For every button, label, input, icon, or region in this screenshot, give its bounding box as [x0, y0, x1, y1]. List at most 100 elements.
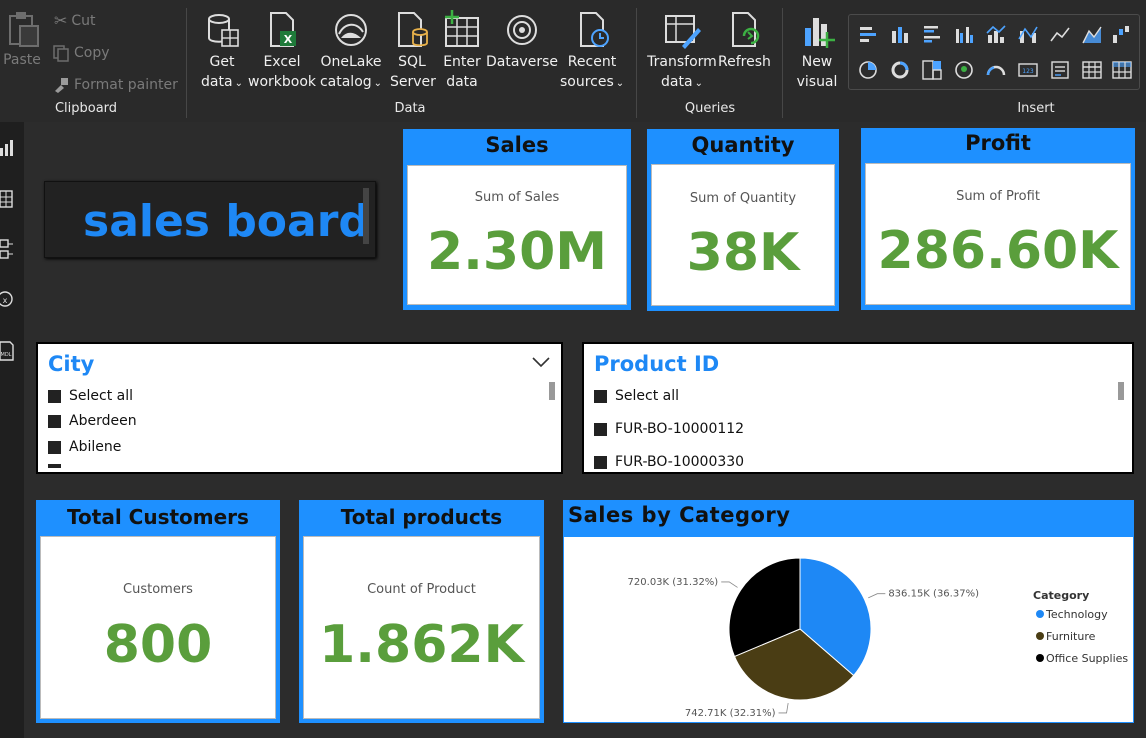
data-label: 720.03K (31.32%) [628, 577, 719, 588]
scrollbar[interactable] [1118, 382, 1124, 400]
checkbox[interactable] [48, 440, 61, 454]
checkbox[interactable] [594, 455, 607, 469]
card-value: 2.30M [426, 222, 608, 282]
scrollbar[interactable] [549, 382, 555, 400]
tmdl-view-icon[interactable]: MDL [0, 340, 14, 362]
report-view-icon[interactable] [0, 138, 14, 160]
product-id-slicer[interactable]: Product ID Select all FUR-BO-10000112 FU… [582, 342, 1134, 474]
dataverse-button[interactable]: Dataverse [486, 10, 558, 72]
report-title: sales board [83, 196, 370, 247]
total-products-card[interactable]: Total products Count of Product 1.862K [299, 500, 544, 723]
card-header: Sales [485, 133, 549, 157]
card-header: Total products [340, 505, 503, 529]
paste-button[interactable]: Paste [2, 8, 42, 70]
onelake-label-2: catalog [319, 74, 372, 90]
sales-card[interactable]: Sales Sum of Sales 2.30M [403, 129, 631, 310]
slicer-item[interactable]: Abilene [48, 439, 121, 455]
new-visual-label-1: New [801, 54, 833, 70]
legend-item[interactable]: Technology [1045, 608, 1108, 621]
onelake-catalog-button[interactable]: OneLake catalog ⌄ [318, 10, 384, 94]
cut-button[interactable]: ✂ Cut [54, 11, 96, 30]
model-view-icon[interactable] [0, 238, 14, 260]
brush-icon [55, 78, 68, 93]
transform-data-icon [665, 15, 701, 49]
clustered-column-chart-icon[interactable] [953, 23, 975, 45]
map-icon[interactable] [953, 59, 975, 81]
matrix-icon[interactable] [1111, 59, 1133, 81]
slicer-item-partial [48, 464, 61, 468]
checkbox[interactable] [594, 389, 607, 403]
clustered-bar-chart-icon[interactable] [921, 23, 943, 45]
recent-label-2: sources [560, 74, 614, 90]
report-title-box[interactable]: sales board [44, 181, 376, 258]
total-customers-card[interactable]: Total Customers Customers 800 [36, 500, 280, 723]
card-icon[interactable]: 123 [1017, 59, 1039, 81]
recent-sources-button[interactable]: Recent sources ⌄ [560, 10, 624, 94]
slicer-item[interactable]: Aberdeen [48, 413, 137, 429]
enter-label-2: data [446, 74, 478, 90]
sales-by-category-chart[interactable]: Sales by Category 836.15K (36.37%) 742.71… [563, 500, 1134, 723]
treemap-icon[interactable] [921, 59, 943, 81]
waterfall-chart-icon[interactable] [1111, 23, 1133, 45]
line-column-chart-icon[interactable] [985, 23, 1007, 45]
data-label-leader [778, 702, 789, 714]
card-body: Count of Product 1.862K [303, 536, 540, 719]
new-visual-button[interactable]: New visual [792, 10, 842, 92]
stacked-bar-chart-icon[interactable] [857, 23, 879, 45]
data-label-leader [868, 593, 886, 599]
slicer-item[interactable]: Select all [594, 388, 679, 404]
area-chart-icon[interactable] [1081, 23, 1103, 45]
excel-workbook-button[interactable]: X Excel workbook [248, 10, 316, 92]
multi-row-card-icon[interactable] [1049, 59, 1071, 81]
checkbox[interactable] [48, 414, 61, 428]
donut-chart-icon[interactable] [889, 59, 911, 81]
card-body: Sum of Profit 286.60K [865, 163, 1131, 305]
slicer-item-label: Aberdeen [69, 413, 137, 429]
checkbox[interactable] [594, 422, 607, 436]
get-data-button[interactable]: Get data ⌄ [198, 10, 246, 94]
enter-data-button[interactable]: Enter data [440, 10, 484, 92]
card-value: 38K [686, 223, 800, 283]
scrollbar[interactable] [363, 188, 369, 244]
chevron-down-icon: ⌄ [234, 78, 243, 89]
table-plus-icon [445, 10, 479, 47]
chevron-down-icon[interactable] [531, 356, 551, 368]
legend-marker [1036, 610, 1044, 618]
queries-group-label: Queries [684, 101, 736, 116]
slicer-item-label: FUR-BO-10000330 [615, 454, 745, 470]
slicer-item[interactable]: FUR-BO-10000112 [594, 421, 744, 437]
transform-label-1: Transform [647, 54, 717, 70]
format-painter-label: Format painter [74, 77, 178, 93]
slicer-item[interactable]: Select all [48, 388, 133, 404]
legend-item[interactable]: Office Supplies [1046, 652, 1128, 665]
sql-label-1: SQL [398, 54, 426, 70]
sql-server-button[interactable]: SQL Server [390, 10, 436, 92]
line-chart-icon[interactable] [1049, 23, 1071, 45]
get-data-label-1: Get [209, 54, 235, 70]
paste-icon [9, 12, 39, 47]
svg-text:MDL: MDL [1, 352, 12, 358]
profit-card[interactable]: Profit Sum of Profit 286.60K [861, 128, 1135, 310]
legend-marker [1036, 654, 1044, 662]
copy-button[interactable]: Copy [52, 44, 110, 62]
checkbox[interactable] [48, 389, 61, 403]
legend-item[interactable]: Furniture [1046, 630, 1096, 643]
dax-query-view-icon[interactable]: x [0, 288, 14, 310]
stacked-column-chart-icon[interactable] [889, 23, 911, 45]
city-slicer[interactable]: City Select all Aberdeen Abilene [36, 342, 563, 474]
ribbon-chart-icon[interactable] [1017, 23, 1039, 45]
slicer-title: Product ID [594, 352, 720, 376]
transform-data-button[interactable]: Transform data ⌄ [646, 10, 718, 94]
excel-label-1: Excel [263, 54, 301, 70]
pie-chart-icon[interactable] [857, 59, 879, 81]
format-painter-button[interactable]: Format painter [52, 76, 178, 94]
svg-text:x: x [3, 296, 8, 305]
paste-label: Paste [3, 52, 41, 68]
dataverse-icon [507, 15, 537, 45]
table-view-icon[interactable] [0, 188, 14, 210]
gauge-icon[interactable] [985, 59, 1007, 81]
quantity-card[interactable]: Quantity Sum of Quantity 38K [647, 129, 839, 311]
refresh-button[interactable]: Refresh [718, 10, 771, 72]
table-icon[interactable] [1081, 59, 1103, 81]
slicer-item[interactable]: FUR-BO-10000330 [594, 454, 744, 470]
